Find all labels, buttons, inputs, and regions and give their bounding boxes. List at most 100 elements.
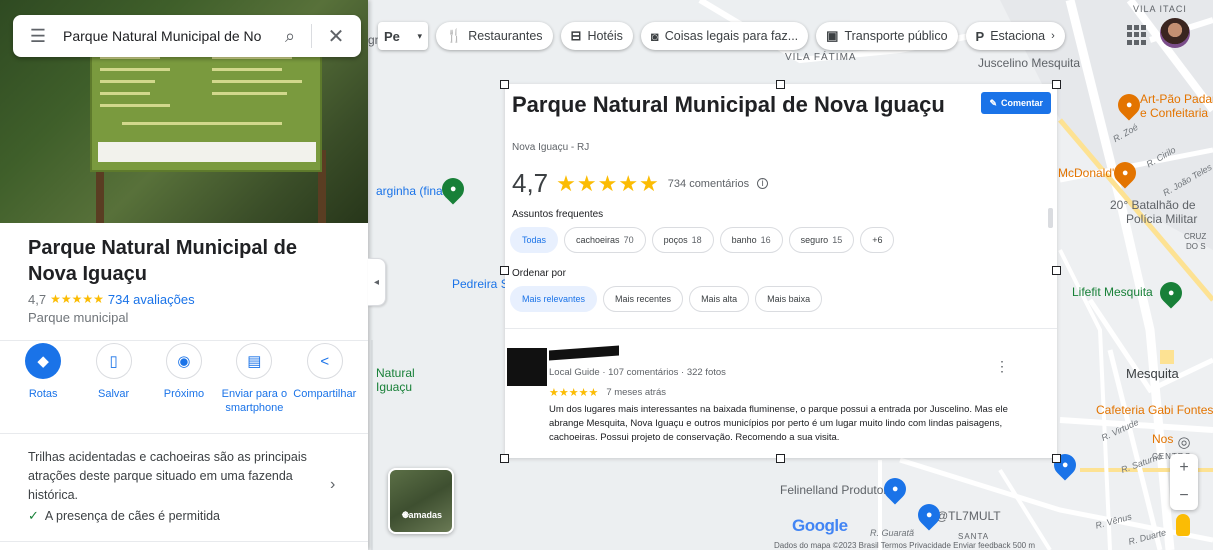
directions-icon: ◆ — [25, 343, 62, 379]
topics-heading: Assuntos frequentes — [512, 209, 604, 220]
map-label-santa: SANTA — [958, 532, 990, 541]
sort-highest[interactable]: Mais alta — [689, 286, 750, 312]
nearby-button[interactable]: ◉ Próximo — [151, 343, 217, 433]
sort-chips: Mais relevantes Mais recentes Mais alta … — [510, 286, 823, 312]
more-vert-icon[interactable]: ⋮ — [995, 358, 1009, 375]
check-icon: ✓ — [28, 508, 39, 523]
chip-transit[interactable]: ▣ Transporte público — [816, 22, 958, 50]
sort-most-relevant[interactable]: Mais relevantes — [510, 286, 598, 312]
map-label-batalhao: 20° Batalhão de — [1110, 198, 1196, 212]
topic-chip-label: seguro — [800, 235, 829, 245]
search-input[interactable] — [63, 28, 269, 44]
close-icon[interactable]: ✕ — [312, 24, 360, 49]
send-to-phone-button[interactable]: ▤ Enviar para o smartphone — [221, 343, 287, 433]
reviews-card: Parque Natural Municipal de Nova Iguaçu … — [505, 84, 1057, 458]
divider — [505, 328, 1057, 329]
send-to-phone-label: Enviar para o smartphone — [221, 388, 288, 414]
sort-chip-label: Mais baixa — [767, 294, 811, 304]
chip-things-to-do[interactable]: ◙ Coisas legais para faz... — [640, 22, 809, 50]
topic-chip-count: 16 — [760, 235, 771, 245]
place-info: Parque Natural Municipal de Nova Iguaçu … — [0, 223, 368, 542]
topic-chip-label: banho — [731, 235, 757, 245]
topic-chip-more[interactable]: +6 — [860, 227, 895, 253]
layers-text: Camadas — [402, 510, 443, 520]
reviews-card-title: Parque Natural Municipal de Nova Iguaçu — [512, 92, 945, 117]
topic-chip-count: 70 — [623, 235, 634, 245]
chip-restaurants[interactable]: 🍴 Restaurantes — [436, 22, 553, 50]
bed-icon: ⊟ — [570, 28, 582, 43]
user-avatar[interactable] — [1160, 18, 1190, 48]
divider — [0, 433, 368, 434]
selection-handle — [1052, 454, 1061, 463]
selection-handle — [500, 454, 509, 463]
category-chips: Pe ▾ 🍴 Restaurantes ⊟ Hotéis ◙ Coisas legais… — [378, 22, 1065, 50]
street-view-pegman-icon[interactable] — [1176, 514, 1190, 536]
topic-chip-banho[interactable]: banho 16 — [719, 227, 783, 253]
place-reviews-link[interactable]: 734 avaliações — [108, 292, 195, 307]
map-label-lifefit: Lifefit Mesquita — [1072, 285, 1153, 299]
map-label-tl7: @TL7MULT — [936, 509, 1001, 523]
sort-newest[interactable]: Mais recentes — [603, 286, 684, 312]
parking-icon: P — [975, 28, 985, 44]
topic-chip-label: poços — [663, 235, 688, 245]
map-label-juscelino: Juscelino Mesquita — [978, 56, 1081, 70]
reviews-scrollbar[interactable] — [1048, 208, 1053, 228]
topic-chip-cachoeiras[interactable]: cachoeiras 70 — [564, 227, 646, 253]
reviewer-meta: Local Guide · 107 comentários · 322 foto… — [549, 367, 726, 378]
zoom-control: + − — [1170, 454, 1198, 510]
bookmark-icon: ▯ — [95, 343, 132, 379]
nearby-icon: ◉ — [165, 343, 202, 379]
comment-label: Comentar — [1000, 98, 1043, 108]
save-button[interactable]: ▯ Salvar — [81, 343, 147, 433]
topic-chips: Todas cachoeiras 70 poços 18 banho 16 segur… — [510, 227, 895, 253]
reviewer-avatar-redacted[interactable] — [507, 348, 547, 386]
sort-lowest[interactable]: Mais baixa — [755, 286, 823, 312]
comment-button[interactable]: ✎ Comentar — [981, 92, 1051, 114]
selection-handle — [500, 266, 509, 275]
zoom-in-icon[interactable]: + — [1179, 459, 1188, 477]
topic-chip-all[interactable]: Todas — [510, 227, 559, 253]
chevron-right-icon[interactable]: › — [330, 476, 335, 494]
search-icon[interactable]: ⌕ — [269, 26, 311, 47]
reviews-rating-stars: ★★★★★ — [556, 170, 660, 196]
review-text: Um dos lugares mais interessantes na bai… — [549, 404, 1008, 443]
sort-chip-label: Mais alta — [701, 294, 738, 304]
my-location-icon[interactable]: ◎ — [1172, 430, 1196, 454]
map-label-pedreira: Pedreira S — [452, 277, 509, 291]
chip-dropdown-label: Pe — [384, 28, 400, 44]
selection-handle — [1052, 80, 1061, 89]
map-label-nos: Nos — [1152, 432, 1174, 446]
chip-dropdown[interactable]: Pe ▾ — [378, 22, 428, 50]
share-button[interactable]: < Compartilhar — [292, 343, 358, 433]
fork-knife-icon: 🍴 — [446, 28, 463, 43]
reviewer-name-redacted[interactable] — [549, 345, 619, 361]
bus-icon: ▣ — [826, 28, 839, 43]
map-footer[interactable]: Dados do mapa ©2023 Brasil Termos Privac… — [774, 541, 1035, 550]
pencil-icon: ✎ — [989, 97, 997, 108]
map-label-cruz: CRUZ — [1184, 232, 1207, 241]
topic-chip-pocos[interactable]: poços 18 — [651, 227, 714, 253]
chip-hotels[interactable]: ⊟ Hotéis — [560, 22, 633, 50]
map-label-mcdonalds: McDonald's — [1058, 166, 1121, 180]
google-logo: Google — [792, 516, 848, 535]
map-label-natural: Natural — [376, 366, 415, 380]
trail-sign-image — [90, 42, 322, 172]
info-icon[interactable]: i — [757, 178, 769, 189]
selection-handle — [1052, 266, 1061, 275]
directions-button[interactable]: ◆ Rotas — [10, 343, 76, 433]
place-category[interactable]: Parque municipal — [0, 307, 368, 325]
place-description[interactable]: Trilhas acidentadas e cachoeiras são as … — [28, 448, 318, 505]
topic-chip-label: Todas — [522, 235, 547, 245]
chip-parking[interactable]: P Estaciona › — [965, 22, 1065, 50]
apps-grid-icon[interactable] — [1127, 25, 1147, 45]
map-label-mesquita: Mesquita — [1126, 366, 1179, 381]
collapse-panel-button[interactable]: ◂ — [368, 258, 386, 306]
save-label: Salvar — [97, 388, 130, 400]
layers-button[interactable]: ◈ Camadas — [388, 468, 454, 534]
menu-icon[interactable]: ☰ — [13, 26, 63, 47]
place-rating-row: 4,7 ★★★★★ 734 avaliações — [0, 287, 368, 307]
chip-things-label: Coisas legais para faz... — [664, 29, 799, 43]
nearby-label: Próximo — [163, 388, 205, 400]
topic-chip-seguro[interactable]: seguro 15 — [788, 227, 855, 253]
zoom-out-icon[interactable]: − — [1179, 487, 1188, 505]
